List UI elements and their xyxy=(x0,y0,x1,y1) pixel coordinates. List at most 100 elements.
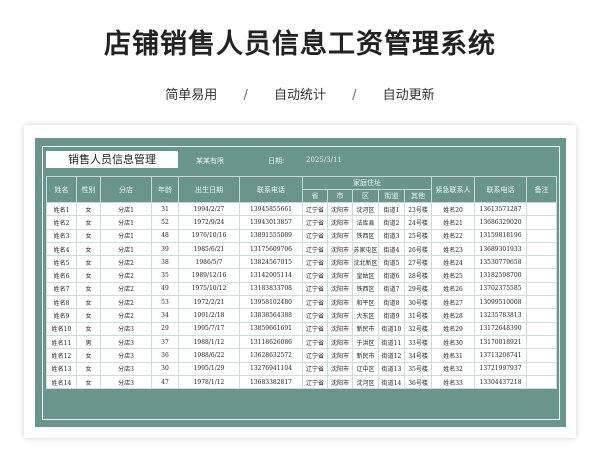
cell-emergency-contact: 姓名28 xyxy=(431,308,476,323)
cell-branch: 分店2 xyxy=(100,281,152,297)
col-header-city: 市 xyxy=(327,189,353,203)
cell-phone: 13838564388 xyxy=(239,308,303,323)
cell-phone: 13683382817 xyxy=(239,374,303,390)
cell-emergency-contact: 姓名33 xyxy=(431,374,476,390)
cell-emergency-phone: 13702375585 xyxy=(474,281,528,297)
cell-district: 沈河区 xyxy=(352,201,379,217)
cell-birthdate: 1975/10/12 xyxy=(178,281,240,297)
cell-other: 36号楼 xyxy=(403,374,433,390)
cell-street: 街道2 xyxy=(378,215,405,230)
cell-emergency-phone: 13159818196 xyxy=(474,228,528,243)
cell-other: 33号楼 xyxy=(403,334,433,350)
cell-city: 沈阳市 xyxy=(327,374,353,390)
cell-phone: 13183833708 xyxy=(239,281,303,297)
cell-gender: 女 xyxy=(76,215,101,230)
col-header-gender: 性别 xyxy=(76,176,101,203)
col-header-district: 区 xyxy=(352,189,379,203)
cell-birthdate: 1988/6/22 xyxy=(178,348,240,363)
tag-easy: 简单易用 xyxy=(165,88,218,103)
cell-name: 姓名1 xyxy=(46,201,77,217)
page-title: 店铺销售人员信息工资管理系统 xyxy=(104,29,496,60)
tag-separator: / xyxy=(243,88,248,103)
cell-city: 沈阳市 xyxy=(327,215,353,230)
cell-other: 31号楼 xyxy=(403,308,433,323)
cell-birthdate: 1995/7/17 xyxy=(178,321,240,336)
cell-name: 姓名10 xyxy=(46,321,77,336)
cell-street: 街道12 xyxy=(378,348,405,363)
cell-city: 沈阳市 xyxy=(327,334,353,350)
cell-district: 于洪区 xyxy=(352,334,379,350)
cell-branch: 分店2 xyxy=(100,308,152,323)
cell-gender: 女 xyxy=(76,374,101,390)
cell-city: 沈阳市 xyxy=(327,295,353,310)
cell-district: 沈河区 xyxy=(352,374,379,390)
cell-street: 街道11 xyxy=(378,334,405,350)
cell-emergency-phone: 13304437218 xyxy=(474,374,528,390)
col-header-name: 姓名 xyxy=(46,176,77,203)
cell-other: 26号楼 xyxy=(403,241,433,257)
cell-city: 沈阳市 xyxy=(327,281,353,297)
cell-other: 34号楼 xyxy=(403,348,433,363)
cell-birthdate: 1989/12/16 xyxy=(178,268,240,283)
cell-district: 铁西区 xyxy=(352,281,379,297)
cell-emergency-contact: 姓名29 xyxy=(431,321,476,336)
cell-phone: 13859661691 xyxy=(239,321,303,336)
cell-branch: 分店3 xyxy=(100,374,152,390)
cell-name: 姓名2 xyxy=(46,215,77,230)
table-row: 姓名6 女分店2 35 1989/12/16 13142005114 辽宁省 沈阳市 皇姑区街… xyxy=(46,268,558,283)
cell-other: 30号楼 xyxy=(403,295,433,310)
cell-phone: 13142005114 xyxy=(239,268,303,283)
cell-street: 街道1 xyxy=(378,201,405,217)
cell-emergency-phone: 13686329020 xyxy=(474,215,528,230)
cell-age: 53 xyxy=(151,295,179,310)
table-row: 姓名4 女分店1 39 1985/6/21 13175609706 辽宁省 沈阳市 苏家屯区街… xyxy=(46,241,558,257)
cell-branch: 分店1 xyxy=(100,228,152,243)
cell-age: 49 xyxy=(151,281,179,297)
cell-emergency-phone: 13170018921 xyxy=(474,334,528,350)
sheet-frame: 销售人员信息管理 某某有限 日期: 2025/3/11 姓名 性别 分店 年龄 … xyxy=(35,138,566,427)
cell-birthdate: 1991/2/18 xyxy=(178,308,240,323)
cell-other: 28号楼 xyxy=(403,268,433,283)
cell-province: 辽宁省 xyxy=(302,215,328,230)
cell-street: 街道10 xyxy=(378,321,405,336)
cell-birthdate: 1995/1/29 xyxy=(178,361,240,376)
cell-emergency-contact: 姓名27 xyxy=(431,295,476,310)
staff-table: 姓名 性别 分店 年龄 出生日期 联系电话 家庭住址 紧急联系人 联系电话 备注… xyxy=(46,176,558,390)
sheet-preview-card: 销售人员信息管理 某某有限 日期: 2025/3/11 姓名 性别 分店 年龄 … xyxy=(24,125,576,438)
cell-other: 23号楼 xyxy=(403,201,433,217)
cell-city: 沈阳市 xyxy=(327,361,353,376)
cell-notes xyxy=(526,281,558,297)
cell-emergency-phone: 13172648390 xyxy=(474,321,528,336)
cell-gender: 女 xyxy=(76,241,101,257)
cell-name: 姓名11 xyxy=(46,334,77,350)
cell-province: 辽宁省 xyxy=(302,361,328,376)
cell-emergency-contact: 姓名26 xyxy=(431,281,476,297)
cell-gender: 女 xyxy=(76,268,101,283)
cell-district: 新民市 xyxy=(352,348,379,363)
cell-province: 辽宁省 xyxy=(302,268,328,283)
cell-gender: 男 xyxy=(76,334,101,350)
cell-gender: 女 xyxy=(76,361,101,376)
cell-street: 街道5 xyxy=(378,255,405,270)
cell-province: 辽宁省 xyxy=(302,255,328,270)
cell-other: 32号楼 xyxy=(403,321,433,336)
cell-notes xyxy=(526,334,558,350)
table-row: 姓名12 女分店3 36 1988/6/22 13628632572 辽宁省 沈阳市 新民市街… xyxy=(46,348,558,363)
col-header-notes: 备注 xyxy=(526,176,558,203)
cell-name: 姓名13 xyxy=(46,361,77,376)
col-header-emergency-phone: 联系电话 xyxy=(474,176,528,203)
cell-emergency-contact: 姓名31 xyxy=(431,348,476,363)
cell-branch: 分店2 xyxy=(100,295,152,310)
cell-age: 31 xyxy=(151,201,179,217)
cell-street: 街道6 xyxy=(378,268,405,283)
cell-street: 街道9 xyxy=(378,308,405,323)
cell-emergency-phone: 13689301933 xyxy=(474,241,528,257)
cell-emergency-phone: 13530779658 xyxy=(474,255,528,270)
cell-province: 辽宁省 xyxy=(302,321,328,336)
cell-name: 姓名8 xyxy=(46,295,77,310)
cell-gender: 女 xyxy=(76,348,101,363)
cell-district: 铁西区 xyxy=(352,228,379,243)
cell-other: 27号楼 xyxy=(403,255,433,270)
table-row: 姓名5 女分店2 38 1986/5/7 13824567015 辽宁省 沈阳市 沈北新区 街道… xyxy=(46,255,558,270)
cell-street: 街道14 xyxy=(378,374,405,390)
